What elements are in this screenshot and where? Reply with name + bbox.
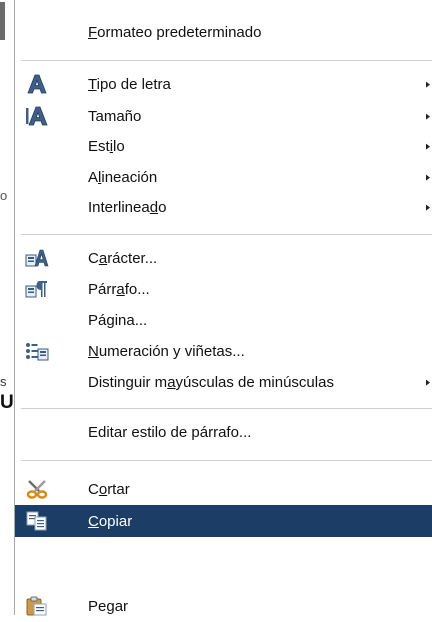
menu-item-label: Interlineado bbox=[88, 198, 167, 216]
submenu-arrow-icon bbox=[426, 204, 430, 211]
background-text-fragment: o bbox=[0, 188, 8, 203]
menu-item-page[interactable]: Página... bbox=[15, 304, 432, 336]
menu-item-label: Tipo de letra bbox=[88, 75, 171, 93]
menu-item-label: Pegar bbox=[88, 597, 129, 615]
menu-item-label: Cortar bbox=[88, 480, 130, 498]
submenu-arrow-icon bbox=[426, 174, 430, 181]
paste-icon bbox=[25, 595, 49, 617]
character-dialog-icon bbox=[25, 247, 49, 269]
menu-item-alignment[interactable]: Alineación bbox=[15, 161, 432, 193]
menu-item-label: Numeración y viñetas... bbox=[88, 342, 245, 360]
bullets-numbering-icon bbox=[25, 340, 49, 362]
background-scrollbar-edge bbox=[0, 0, 6, 40]
menu-item-edit-paragraph-style[interactable]: Editar estilo de párrafo... bbox=[15, 416, 432, 448]
submenu-arrow-icon bbox=[426, 379, 430, 386]
context-menu: Formateo predeterminado Tipo de letra Ta… bbox=[14, 0, 432, 616]
background-text-fragment: U bbox=[0, 392, 14, 413]
menu-separator bbox=[21, 60, 432, 61]
menu-separator bbox=[21, 234, 432, 235]
scissors-icon bbox=[25, 478, 49, 500]
background-text-fragment: s bbox=[0, 374, 7, 389]
menu-item-character[interactable]: Carácter... bbox=[15, 242, 432, 274]
menu-item-label: Copiar bbox=[88, 512, 133, 530]
menu-item-font[interactable]: Tipo de letra bbox=[15, 68, 432, 100]
menu-item-line-spacing[interactable]: Interlineado bbox=[15, 191, 432, 223]
paragraph-dialog-icon bbox=[25, 278, 49, 300]
menu-item-style[interactable]: Estilo bbox=[15, 130, 432, 162]
menu-separator bbox=[21, 460, 432, 461]
menu-item-change-case[interactable]: Distinguir mayúsculas de minúsculas bbox=[15, 366, 432, 398]
menu-item-label: Tamaño bbox=[88, 107, 142, 125]
menu-item-label: Párrafo... bbox=[88, 280, 150, 298]
background-document: o s U bbox=[0, 0, 14, 615]
menu-item-cut[interactable]: Cortar bbox=[15, 473, 432, 505]
menu-item-label: Página... bbox=[88, 311, 148, 329]
menu-item-label: Distinguir mayúsculas de minúsculas bbox=[88, 373, 334, 391]
menu-item-label: Carácter... bbox=[88, 249, 158, 267]
font-a-icon bbox=[25, 73, 49, 95]
menu-item-label: Alineación bbox=[88, 168, 158, 186]
menu-item-label: Estilo bbox=[88, 137, 125, 155]
copy-icon bbox=[25, 510, 49, 532]
menu-separator bbox=[21, 408, 432, 409]
submenu-arrow-icon bbox=[426, 81, 430, 88]
menu-item-paste[interactable]: Pegar bbox=[15, 590, 432, 622]
menu-item-label: Formateo predeterminado bbox=[88, 23, 262, 41]
font-size-icon bbox=[25, 105, 49, 127]
submenu-arrow-icon bbox=[426, 143, 430, 150]
menu-item-default-formatting[interactable]: Formateo predeterminado bbox=[15, 16, 432, 48]
menu-item-paragraph[interactable]: Párrafo... bbox=[15, 273, 432, 305]
menu-item-bullets-numbering[interactable]: Numeración y viñetas... bbox=[15, 335, 432, 367]
submenu-arrow-icon bbox=[426, 113, 430, 120]
menu-item-size[interactable]: Tamaño bbox=[15, 100, 432, 132]
menu-item-label: Editar estilo de párrafo... bbox=[88, 423, 252, 441]
menu-item-copy[interactable]: Copiar bbox=[15, 505, 432, 537]
